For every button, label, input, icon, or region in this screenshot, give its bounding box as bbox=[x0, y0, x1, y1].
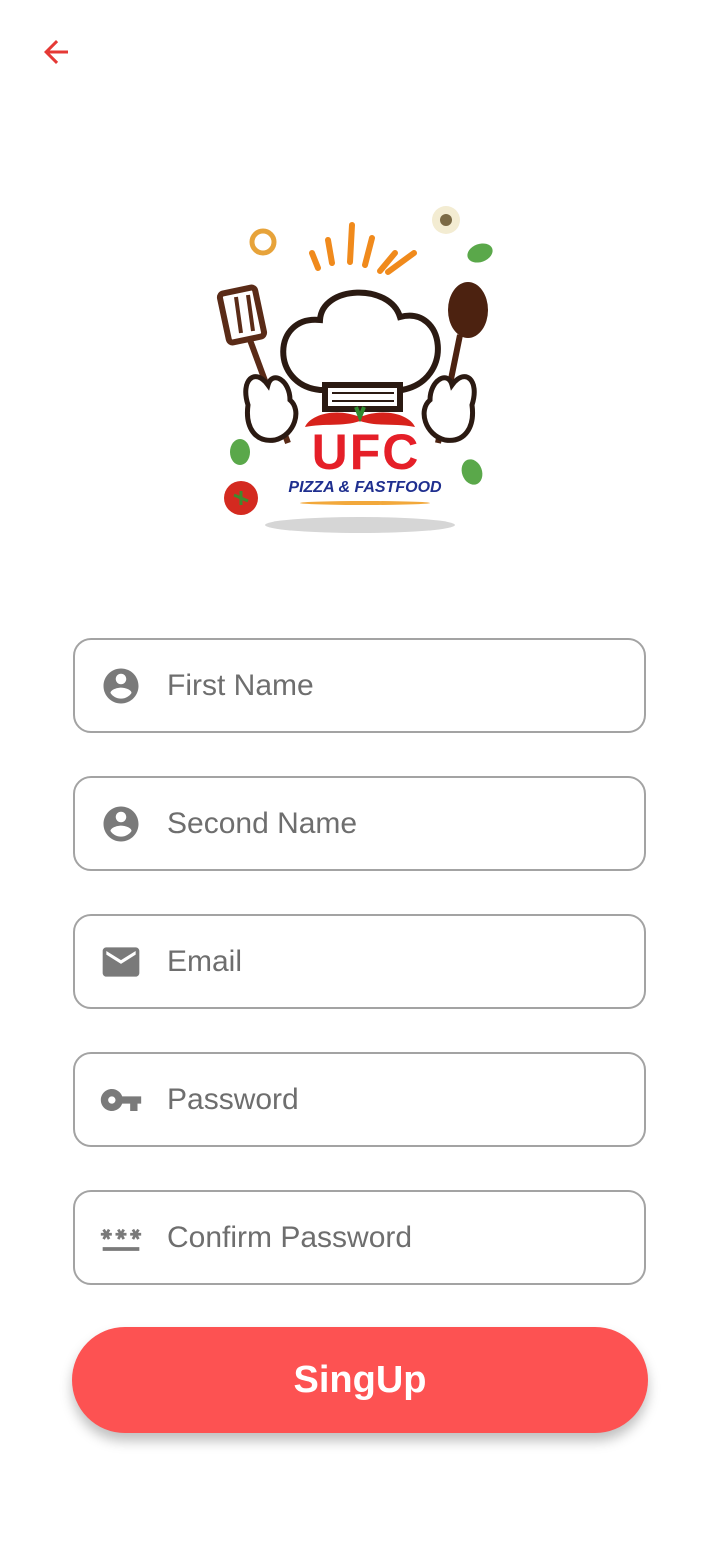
email-field[interactable] bbox=[73, 914, 646, 1009]
logo-swoosh bbox=[300, 501, 430, 505]
first-name-input[interactable] bbox=[167, 668, 624, 703]
person-icon bbox=[99, 802, 143, 846]
mail-icon bbox=[99, 940, 143, 984]
arrow-back-icon bbox=[44, 40, 68, 64]
signup-button[interactable]: SingUp bbox=[72, 1327, 648, 1433]
second-name-field[interactable] bbox=[73, 776, 646, 871]
confirm-password-field[interactable] bbox=[73, 1190, 646, 1285]
logo-brand-text: UFC bbox=[311, 424, 421, 480]
second-name-input[interactable] bbox=[167, 806, 624, 841]
logo-tagline-text: PIZZA & FASTFOOD bbox=[288, 479, 442, 496]
email-input[interactable] bbox=[167, 944, 624, 979]
password-input[interactable] bbox=[167, 1082, 624, 1117]
password-field[interactable] bbox=[73, 1052, 646, 1147]
person-icon bbox=[99, 664, 143, 708]
back-button[interactable] bbox=[28, 28, 84, 76]
password-dots-icon bbox=[99, 1216, 143, 1260]
confirm-password-input[interactable] bbox=[167, 1220, 624, 1255]
first-name-field[interactable] bbox=[73, 638, 646, 733]
brand-logo: UFC PIZZA & FASTFOOD bbox=[210, 195, 510, 540]
key-icon bbox=[99, 1078, 143, 1122]
